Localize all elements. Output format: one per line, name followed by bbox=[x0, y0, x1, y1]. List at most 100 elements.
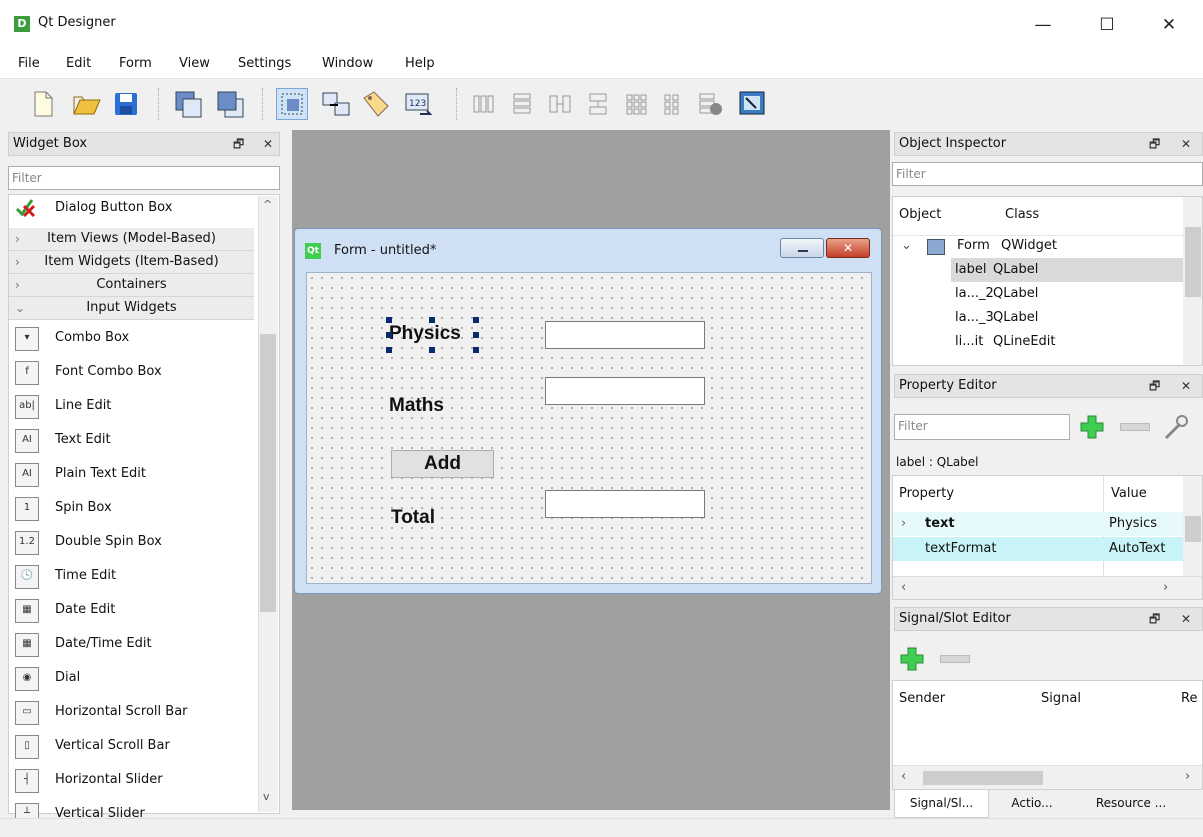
bring-to-front-icon[interactable] bbox=[214, 88, 246, 120]
tree-row-label[interactable]: label QLabel bbox=[951, 258, 1183, 282]
selection-handle[interactable] bbox=[386, 317, 392, 323]
layout-grid-icon[interactable] bbox=[620, 88, 652, 120]
list-item[interactable]: 🕓 Time Edit bbox=[9, 559, 254, 593]
scroll-thumb[interactable] bbox=[1185, 227, 1201, 297]
scroll-thumb[interactable] bbox=[260, 334, 276, 612]
selection-handle[interactable] bbox=[429, 347, 435, 353]
connections-hscrollbar[interactable]: ‹ › bbox=[893, 765, 1202, 789]
edit-widgets-icon[interactable] bbox=[276, 88, 308, 120]
float-icon[interactable]: 🗗 bbox=[233, 133, 244, 155]
scroll-up-icon[interactable]: ^ bbox=[263, 198, 272, 211]
layout-horizontal-icon[interactable] bbox=[468, 88, 500, 120]
header-value[interactable]: Value bbox=[1111, 482, 1147, 506]
tab-actions[interactable]: Actio... bbox=[992, 790, 1072, 818]
remove-connection-icon[interactable] bbox=[940, 655, 970, 663]
list-item[interactable]: ▭ Horizontal Scroll Bar bbox=[9, 695, 254, 729]
maximize-button[interactable]: ☐ bbox=[1084, 10, 1130, 40]
float-icon[interactable]: 🗗 bbox=[1149, 133, 1160, 155]
scroll-thumb[interactable] bbox=[923, 771, 1043, 785]
form-minimize-button[interactable] bbox=[780, 238, 824, 258]
maths-label[interactable]: Maths bbox=[389, 395, 444, 417]
header-signal[interactable]: Signal bbox=[1041, 687, 1081, 711]
tree-row[interactable]: li...it QLineEdit bbox=[955, 330, 1056, 354]
tree-row[interactable]: la..._2 QLabel bbox=[955, 282, 1038, 306]
property-filter-input[interactable]: Filter bbox=[894, 414, 1070, 440]
form-close-button[interactable]: ✕ bbox=[826, 238, 870, 258]
header-property[interactable]: Property bbox=[899, 482, 954, 506]
close-button[interactable]: ✕ bbox=[1146, 10, 1192, 40]
list-item[interactable]: ▯ Vertical Scroll Bar bbox=[9, 729, 254, 763]
remove-property-icon[interactable] bbox=[1120, 423, 1150, 431]
list-item[interactable]: ▾ Combo Box bbox=[9, 321, 254, 355]
property-row-text[interactable]: › text Physics bbox=[893, 512, 1183, 536]
scroll-right-icon[interactable]: › bbox=[1163, 580, 1168, 595]
edit-buddies-icon[interactable] bbox=[360, 88, 392, 120]
tab-resources[interactable]: Resource ... bbox=[1076, 790, 1186, 818]
header-object[interactable]: Object bbox=[899, 203, 941, 227]
scroll-left-icon[interactable]: ‹ bbox=[901, 580, 906, 595]
add-button[interactable]: Add bbox=[391, 450, 494, 478]
scroll-left-icon[interactable]: ‹ bbox=[901, 769, 906, 784]
layout-form-icon[interactable] bbox=[656, 88, 688, 120]
selection-handle[interactable] bbox=[473, 332, 479, 338]
list-item[interactable]: Dialog Button Box bbox=[9, 194, 254, 222]
list-item[interactable]: ab| Line Edit bbox=[9, 389, 254, 423]
physics-label[interactable]: Physics bbox=[389, 323, 461, 345]
menu-edit[interactable]: Edit bbox=[66, 56, 91, 71]
category-containers[interactable]: › Containers bbox=[9, 274, 254, 297]
float-icon[interactable]: 🗗 bbox=[1149, 608, 1160, 630]
layout-splitter-vertical-icon[interactable] bbox=[582, 88, 614, 120]
minimize-button[interactable]: — bbox=[1020, 10, 1066, 40]
menu-help[interactable]: Help bbox=[405, 56, 435, 71]
list-item[interactable]: ▦ Date Edit bbox=[9, 593, 254, 627]
list-item[interactable]: AI Plain Text Edit bbox=[9, 457, 254, 491]
object-filter-input[interactable]: Filter bbox=[892, 162, 1203, 186]
save-form-icon[interactable] bbox=[110, 88, 142, 120]
menu-file[interactable]: File bbox=[18, 56, 40, 71]
edit-signals-slots-icon[interactable] bbox=[320, 88, 352, 120]
physics-input[interactable] bbox=[545, 321, 705, 349]
property-row-textformat[interactable]: textFormat AutoText bbox=[893, 537, 1183, 561]
new-form-icon[interactable] bbox=[26, 88, 58, 120]
close-icon[interactable]: ✕ bbox=[1181, 375, 1191, 397]
menu-view[interactable]: View bbox=[179, 56, 210, 71]
layout-vertical-icon[interactable] bbox=[506, 88, 538, 120]
header-sender[interactable]: Sender bbox=[899, 687, 945, 711]
layout-splitter-horizontal-icon[interactable] bbox=[544, 88, 576, 120]
list-item[interactable]: ▦ Date/Time Edit bbox=[9, 627, 254, 661]
tree-row-form[interactable]: ⌄ Form QWidget bbox=[901, 234, 1171, 258]
configure-wrench-icon[interactable] bbox=[1160, 412, 1190, 442]
property-hscrollbar[interactable]: ‹ › bbox=[893, 576, 1202, 599]
list-item[interactable]: ┤ Horizontal Slider bbox=[9, 763, 254, 797]
add-dynamic-property-icon[interactable] bbox=[1077, 412, 1107, 442]
widget-filter-input[interactable]: Filter bbox=[8, 166, 280, 190]
scroll-down-icon[interactable]: v bbox=[263, 790, 270, 803]
list-item[interactable]: 1.2 Double Spin Box bbox=[9, 525, 254, 559]
category-input-widgets[interactable]: ⌄ Input Widgets bbox=[9, 297, 254, 320]
open-form-icon[interactable] bbox=[70, 88, 102, 120]
list-item[interactable]: 1 Spin Box bbox=[9, 491, 254, 525]
menu-window[interactable]: Window bbox=[322, 56, 373, 71]
close-icon[interactable]: ✕ bbox=[263, 133, 273, 155]
selection-handle[interactable] bbox=[473, 317, 479, 323]
close-icon[interactable]: ✕ bbox=[1181, 133, 1191, 155]
list-item[interactable]: ◉ Dial bbox=[9, 661, 254, 695]
category-item-widgets[interactable]: › Item Widgets (Item-Based) bbox=[9, 251, 254, 274]
adjust-size-icon[interactable] bbox=[736, 88, 768, 120]
selection-handle[interactable] bbox=[473, 347, 479, 353]
list-item[interactable]: f Font Combo Box bbox=[9, 355, 254, 389]
send-to-back-icon[interactable] bbox=[172, 88, 204, 120]
break-layout-icon[interactable] bbox=[694, 88, 726, 120]
total-input[interactable] bbox=[545, 490, 705, 518]
tab-signal-slot[interactable]: Signal/Sl... bbox=[894, 790, 989, 818]
selection-handle[interactable] bbox=[386, 332, 392, 338]
selection-handle[interactable] bbox=[386, 347, 392, 353]
category-item-views[interactable]: › Item Views (Model-Based) bbox=[9, 228, 254, 251]
scroll-right-icon[interactable]: › bbox=[1185, 769, 1190, 784]
menu-form[interactable]: Form bbox=[119, 56, 152, 71]
float-icon[interactable]: 🗗 bbox=[1149, 375, 1160, 397]
tree-row[interactable]: la..._3 QLabel bbox=[955, 306, 1038, 330]
close-icon[interactable]: ✕ bbox=[1181, 608, 1191, 630]
header-receiver[interactable]: Re bbox=[1181, 687, 1197, 711]
edit-tab-order-icon[interactable]: 123 bbox=[402, 88, 434, 120]
